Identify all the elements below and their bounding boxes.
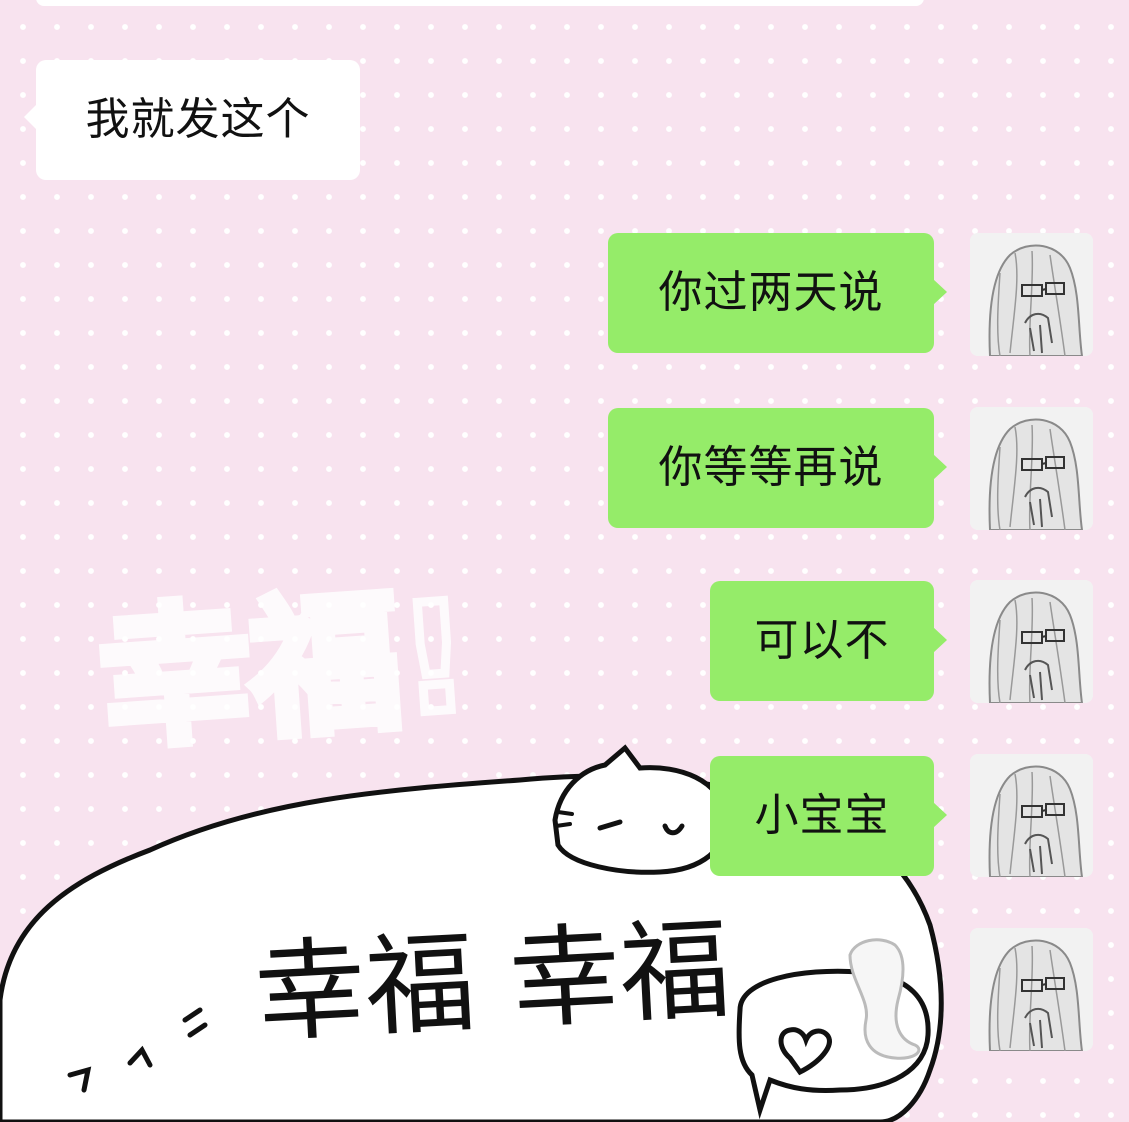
- manga-girl-glasses-avatar-icon: [970, 928, 1093, 1051]
- bubble-tail: [24, 104, 37, 130]
- wallpaper-big-text: 幸福 幸福: [252, 905, 733, 1058]
- user-avatar[interactable]: [970, 407, 1093, 530]
- outgoing-message-bubble[interactable]: 可以不: [710, 581, 947, 701]
- wallpaper-cat: [552, 744, 729, 875]
- user-avatar[interactable]: [970, 233, 1093, 356]
- manga-girl-glasses-avatar-icon: [970, 580, 1093, 703]
- message-text: 我就发这个: [85, 94, 311, 145]
- user-avatar[interactable]: [970, 754, 1093, 877]
- bubble-tail: [933, 454, 947, 480]
- partial-message-bubble: [36, 0, 924, 6]
- user-avatar[interactable]: [970, 928, 1093, 1051]
- manga-girl-glasses-avatar-icon: [970, 754, 1093, 877]
- manga-girl-glasses-avatar-icon: [970, 407, 1093, 530]
- message-text: 可以不: [754, 615, 890, 666]
- manga-girl-glasses-avatar-icon: [970, 233, 1093, 356]
- outgoing-message-bubble[interactable]: 你等等再说: [608, 408, 947, 528]
- bubble-tail: [933, 802, 947, 828]
- outgoing-message-bubble[interactable]: 你过两天说: [608, 233, 947, 353]
- message-text: 小宝宝: [754, 790, 890, 841]
- message-text: 你等等再说: [658, 442, 884, 493]
- user-avatar[interactable]: [970, 580, 1093, 703]
- incoming-message-bubble[interactable]: 我就发这个: [24, 60, 360, 180]
- bubble-tail: [933, 279, 947, 305]
- message-text: 你过两天说: [658, 267, 884, 318]
- bubble-tail: [933, 627, 947, 653]
- wallpaper-faint-text: 幸福!: [95, 570, 475, 769]
- outgoing-message-bubble[interactable]: 小宝宝: [710, 756, 947, 876]
